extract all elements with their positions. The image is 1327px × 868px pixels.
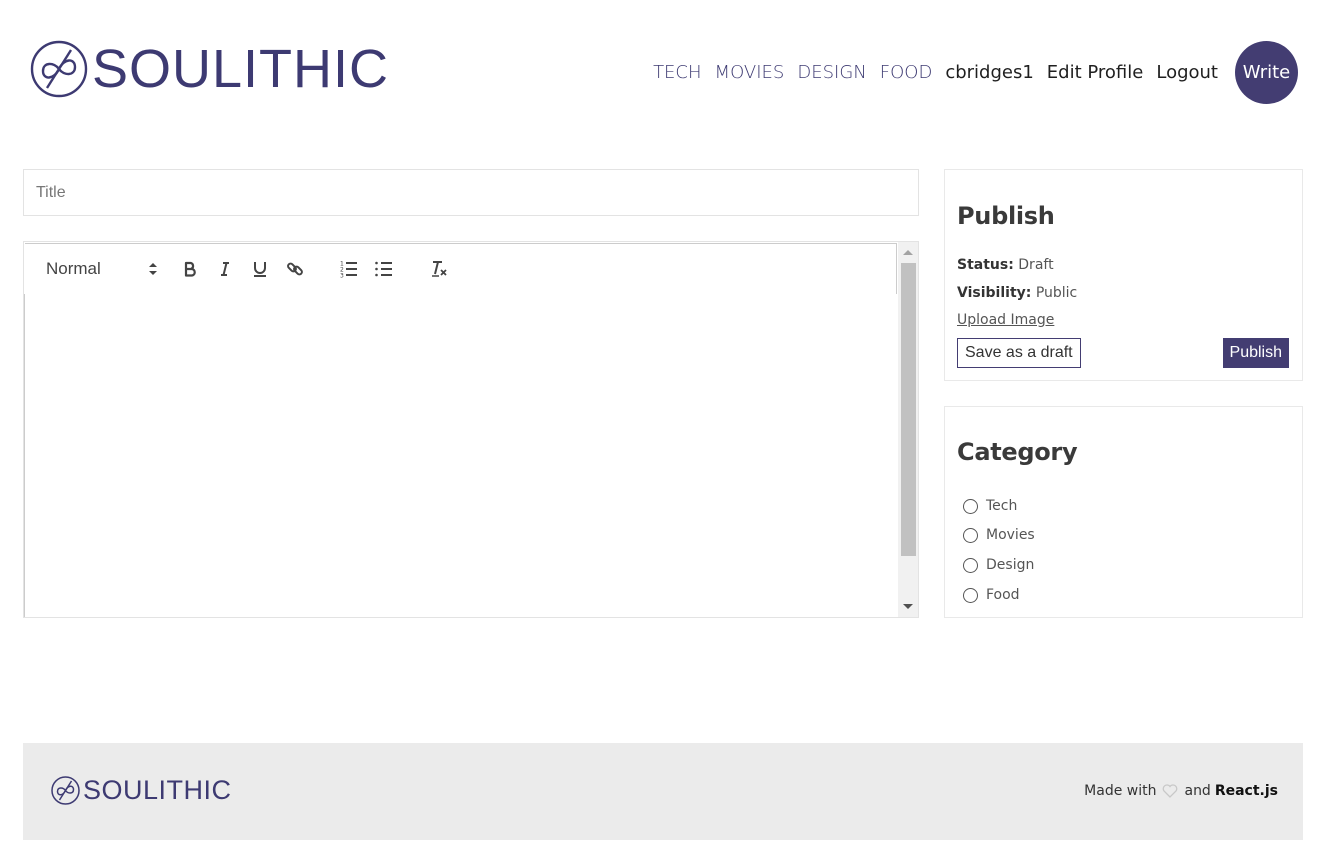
nav-link-design[interactable]: DESIGN [797,62,866,83]
scrollbar-thumb[interactable] [901,263,916,556]
footer-credit: Made with and React.js [1084,783,1278,799]
underline-button[interactable] [246,255,274,283]
category-option-label: Movies [986,527,1035,543]
ordered-list-icon: 123 [340,261,357,279]
editor-scrollbar[interactable] [898,242,918,617]
category-option-tech[interactable]: Tech [963,498,1017,514]
heart-icon [1162,784,1178,798]
main-nav: TECH MOVIES DESIGN FOOD cbridges1 Edit P… [653,41,1298,104]
nav-link-tech[interactable]: TECH [653,62,701,83]
underline-icon [254,262,266,277]
visibility-label: Visibility: [957,285,1032,301]
nav-edit-profile[interactable]: Edit Profile [1047,62,1144,83]
italic-icon [221,262,229,276]
category-option-design[interactable]: Design [963,557,1034,573]
category-option-label: Food [986,587,1020,603]
nav-link-food[interactable]: FOOD [880,62,933,83]
category-heading: Category [957,438,1078,466]
radio-button[interactable] [963,557,978,573]
toolbar-group-clean [425,255,453,283]
svg-text:3: 3 [340,273,344,279]
publish-button[interactable]: Publish [1222,338,1289,368]
and-text: and [1184,783,1211,799]
made-with-text: Made with [1084,783,1157,799]
link-icon [287,262,303,276]
nav-username[interactable]: cbridges1 [945,62,1033,83]
radio-button[interactable] [963,527,978,543]
ordered-list-button[interactable]: 123 [335,255,363,283]
visibility-row: Visibility: Public [957,285,1077,301]
category-panel: Category Tech Movies Design Food [944,406,1303,618]
editor-toolbar: Normal 123 [25,243,897,295]
footer-logo-text: SOULITHIC [83,775,232,805]
category-option-label: Design [986,557,1035,573]
publish-panel: Publish Status: Draft Visibility: Public… [944,169,1303,381]
toolbar-group-formatting [176,255,309,283]
italic-button[interactable] [211,255,239,283]
toolbar-group-lists: 123 [335,255,398,283]
bold-icon [184,261,196,277]
category-option-movies[interactable]: Movies [963,527,1035,543]
write-button[interactable]: Write [1235,41,1298,104]
publish-heading: Publish [957,202,1055,230]
status-row: Status: Draft [957,257,1054,273]
upload-image-link[interactable]: Upload Image [957,312,1054,328]
nav-logout[interactable]: Logout [1156,62,1218,83]
radio-button[interactable] [963,587,978,603]
bold-button[interactable] [176,255,204,283]
format-select-value: Normal [46,259,101,278]
format-select[interactable]: Normal [46,259,158,279]
clear-format-button[interactable] [425,255,453,283]
radio-button[interactable] [963,498,978,514]
infinity-logo-icon [30,40,88,98]
infinity-logo-icon [51,776,80,805]
status-value: Draft [1018,257,1054,273]
editor-content-area[interactable] [24,294,898,617]
status-label: Status: [957,257,1014,273]
reactjs-text: React.js [1214,783,1278,799]
site-footer: SOULITHIC Made with and React.js [23,743,1303,840]
visibility-value: Public [1035,285,1078,301]
scroll-down-arrow-icon[interactable] [903,604,913,609]
title-input[interactable] [23,169,919,216]
category-option-food[interactable]: Food [963,587,1020,603]
save-draft-button[interactable]: Save as a draft [957,338,1081,368]
footer-logo[interactable]: SOULITHIC [51,775,232,806]
site-logo[interactable]: SOULITHIC [30,40,389,98]
clear-format-icon [432,261,447,277]
nav-link-movies[interactable]: MOVIES [715,62,785,83]
link-button[interactable] [281,255,309,283]
scroll-up-arrow-icon[interactable] [903,250,913,255]
select-arrows-icon [149,263,157,275]
site-logo-text: SOULITHIC [92,39,390,99]
category-option-label: Tech [986,498,1018,514]
bullet-list-button[interactable] [370,255,398,283]
rich-text-editor: Normal 123 [23,241,919,618]
bullet-list-icon [375,261,392,277]
